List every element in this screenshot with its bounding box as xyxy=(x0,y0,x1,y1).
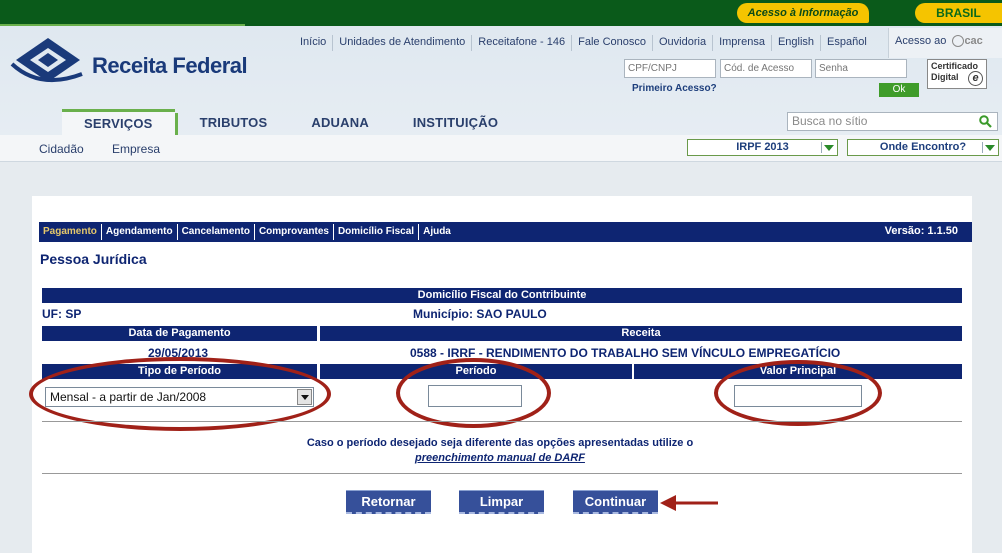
main-menu: SERVIÇOS TRIBUTOS ADUANA INSTITUIÇÃO xyxy=(62,109,520,135)
link-fale-conosco[interactable]: Fale Conosco xyxy=(571,35,652,51)
tab-servicos[interactable]: SERVIÇOS xyxy=(62,109,175,135)
site-header: Receita Federal Início Unidades de Atend… xyxy=(0,26,1002,162)
site-search-input[interactable]: Busca no sítio xyxy=(787,112,998,131)
certificado-digital-button[interactable]: Certificado Digital e xyxy=(927,59,987,89)
acesso-ecac[interactable]: Acesso ao cac xyxy=(888,28,1002,58)
retornar-button[interactable]: Retornar xyxy=(346,490,431,514)
login-ok-button[interactable]: Ok xyxy=(879,83,919,97)
link-cidadao[interactable]: Cidadão xyxy=(39,142,84,156)
link-espanol[interactable]: Español xyxy=(820,35,873,51)
info-line: Caso o período desejado seja diferente d… xyxy=(306,437,694,449)
info-message: Caso o período desejado seja diferente d… xyxy=(180,436,820,466)
chevron-down-icon xyxy=(982,142,996,153)
chevron-down-icon xyxy=(821,142,835,153)
top-links-nav: Início Unidades de Atendimento Receitafo… xyxy=(294,35,873,51)
page-title: Pessoa Jurídica xyxy=(40,251,147,267)
link-unidades[interactable]: Unidades de Atendimento xyxy=(332,35,471,51)
nav-comprovantes[interactable]: Comprovantes xyxy=(255,224,334,240)
irpf-select-value: IRPF 2013 xyxy=(736,141,789,153)
ecac-e-icon xyxy=(952,35,965,48)
domicilio-header: Domicílio Fiscal do Contribuinte xyxy=(42,288,962,303)
onde-encontro-select[interactable]: Onde Encontro? xyxy=(847,139,999,156)
sub-navigation: Cidadão Empresa IRPF 2013 Onde Encontro? xyxy=(0,135,1002,162)
annotation-ellipse-valor xyxy=(714,360,882,426)
search-placeholder: Busca no sítio xyxy=(792,114,868,128)
link-inicio[interactable]: Início xyxy=(294,35,332,51)
receita-federal-logo-icon[interactable] xyxy=(10,34,90,94)
uf-value: UF: SP xyxy=(42,307,82,321)
link-empresa[interactable]: Empresa xyxy=(112,142,160,156)
senha-input[interactable] xyxy=(815,59,907,78)
link-english[interactable]: English xyxy=(770,35,820,51)
annotation-ellipse-tipo xyxy=(29,357,331,431)
irpf-select[interactable]: IRPF 2013 xyxy=(687,139,838,156)
nav-domicilio-fiscal[interactable]: Domicílio Fiscal xyxy=(334,224,420,240)
tab-aduana[interactable]: ADUANA xyxy=(289,109,391,135)
tab-instituicao[interactable]: INSTITUIÇÃO xyxy=(391,109,520,135)
municipio-value: Município: SAO PAULO xyxy=(413,307,547,321)
acesso-informacao-link[interactable]: Acesso à Informação xyxy=(737,3,869,23)
version-label: Versão: 1.1.50 xyxy=(884,225,958,237)
divider xyxy=(42,421,962,422)
nav-pagamento[interactable]: Pagamento xyxy=(39,224,102,240)
search-icon[interactable] xyxy=(979,115,992,128)
app-nav-bar: Pagamento Agendamento Cancelamento Compr… xyxy=(39,222,972,242)
certificado-e-icon: e xyxy=(968,71,983,86)
nav-agendamento[interactable]: Agendamento xyxy=(102,224,178,240)
nav-cancelamento[interactable]: Cancelamento xyxy=(178,224,255,240)
continuar-button[interactable]: Continuar xyxy=(573,490,658,514)
limpar-button[interactable]: Limpar xyxy=(459,490,544,514)
divider xyxy=(42,473,962,474)
codigo-acesso-input[interactable] xyxy=(720,59,812,78)
link-ouvidoria[interactable]: Ouvidoria xyxy=(652,35,712,51)
receita-header: Receita xyxy=(320,326,962,341)
cpf-cnpj-input[interactable] xyxy=(624,59,716,78)
nav-ajuda[interactable]: Ajuda xyxy=(419,224,455,240)
onde-encontro-value: Onde Encontro? xyxy=(879,141,967,153)
gov-top-bar: Acesso à Informação BRASIL xyxy=(0,0,1002,28)
ecac-cac-text: cac xyxy=(964,35,983,47)
site-title[interactable]: Receita Federal xyxy=(92,53,248,79)
annotation-ellipse-periodo xyxy=(396,358,551,428)
primeiro-acesso-link[interactable]: Primeiro Acesso? xyxy=(632,83,717,94)
annotation-arrow-icon xyxy=(660,495,718,511)
data-pagamento-header: Data de Pagamento xyxy=(42,326,317,341)
link-receitafone[interactable]: Receitafone - 146 xyxy=(471,35,571,51)
brasil-link[interactable]: BRASIL xyxy=(915,3,1002,23)
tab-tributos[interactable]: TRIBUTOS xyxy=(178,109,290,135)
manual-darf-link[interactable]: preenchimento manual de DARF xyxy=(180,451,820,466)
acesso-ecac-label: Acesso ao xyxy=(895,35,947,47)
link-imprensa[interactable]: Imprensa xyxy=(712,35,771,51)
